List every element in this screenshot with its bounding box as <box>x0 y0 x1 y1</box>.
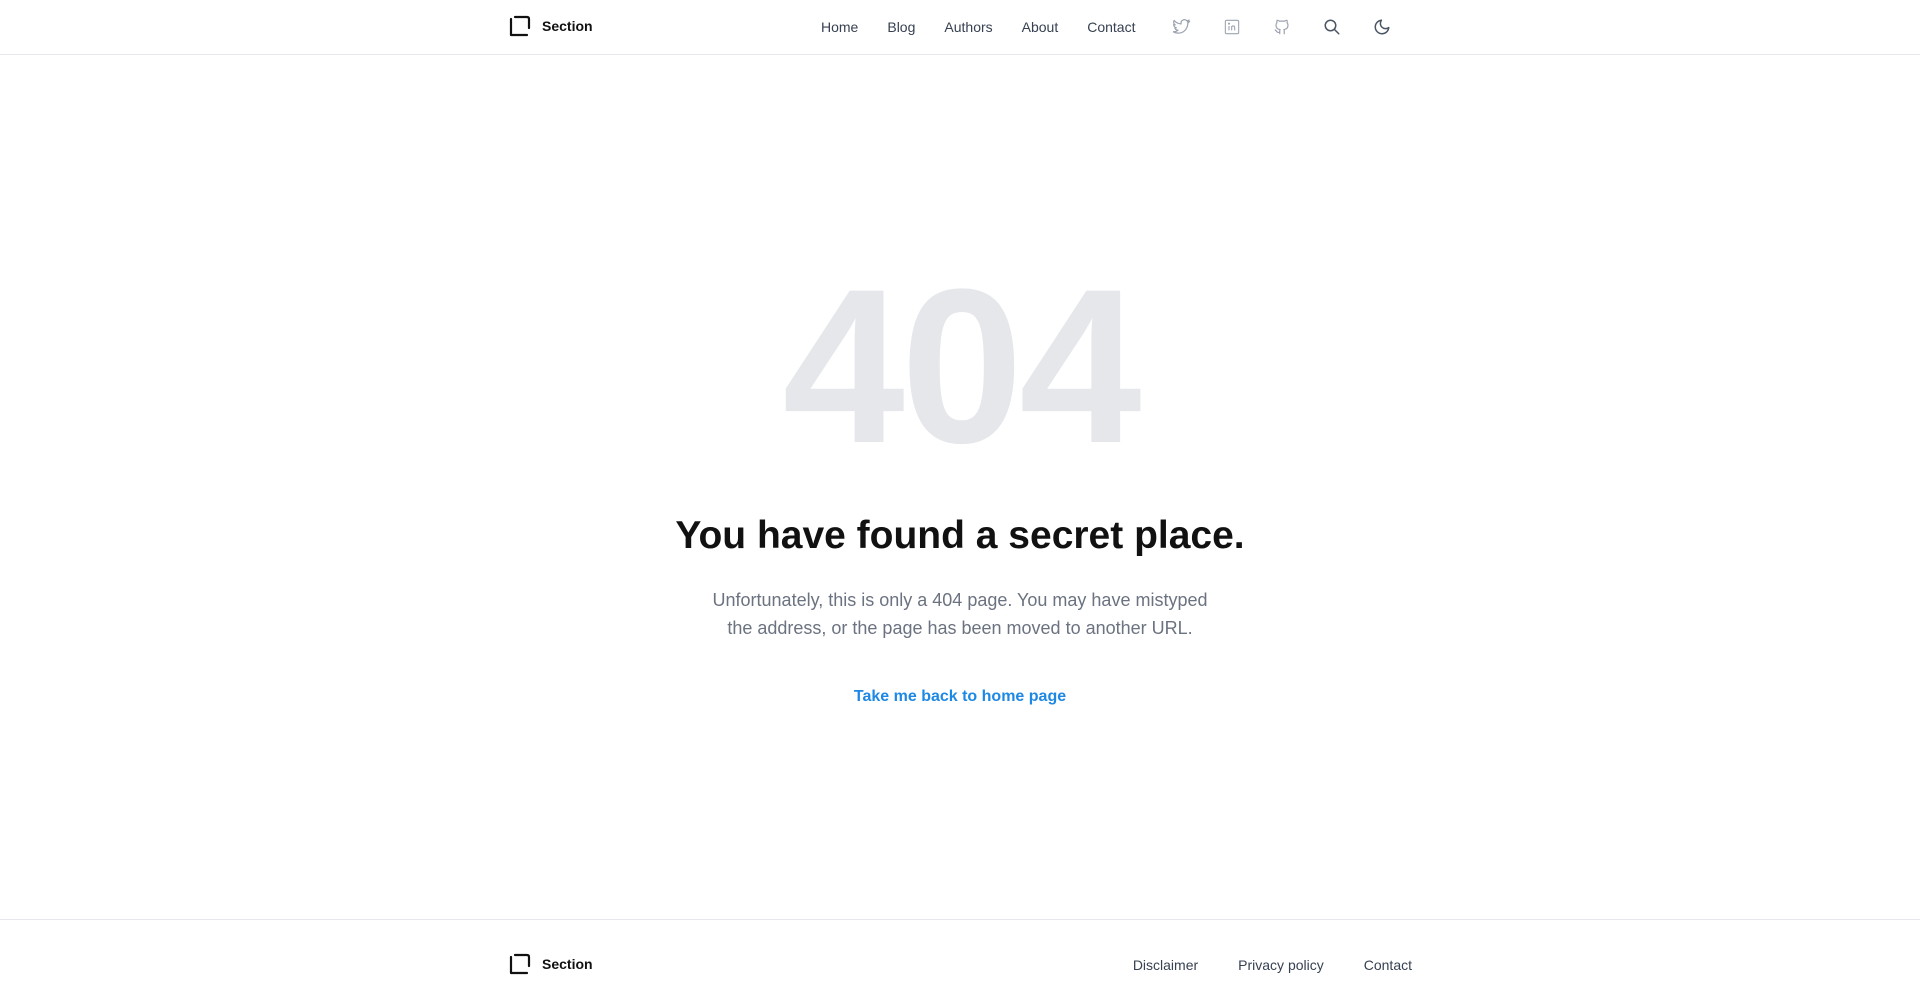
nav-authors[interactable]: Authors <box>944 19 992 35</box>
footer-link-privacy[interactable]: Privacy policy <box>1238 957 1324 973</box>
moon-icon[interactable] <box>1371 16 1393 38</box>
error-code: 404 <box>782 243 1141 489</box>
nav-home[interactable]: Home <box>821 19 858 35</box>
search-icon[interactable] <box>1321 16 1343 38</box>
home-link-wrap: Take me back to home page <box>0 688 1920 706</box>
main-nav: Home Blog Authors About Contact <box>821 19 1164 35</box>
footer-link-disclaimer[interactable]: Disclaimer <box>1133 957 1198 973</box>
logo-icon <box>509 953 531 975</box>
page-title: You have found a secret place. <box>675 514 1245 557</box>
logo-icon <box>509 15 531 37</box>
header-icons <box>1171 16 1393 38</box>
twitter-icon[interactable] <box>1171 16 1193 38</box>
header-inner: Section Home Blog Authors About Contact <box>509 0 1413 55</box>
main-content: 404 You have found a secret place. Unfor… <box>0 56 1920 919</box>
error-description: Unfortunately, this is only a 404 page. … <box>712 590 1208 638</box>
brand-name: Section <box>542 18 593 34</box>
nav-contact[interactable]: Contact <box>1087 19 1135 35</box>
github-icon[interactable] <box>1271 16 1293 38</box>
site-footer: Section Disclaimer Privacy policy Contac… <box>0 919 1920 1006</box>
footer-link-contact[interactable]: Contact <box>1364 957 1412 973</box>
site-header: Section Home Blog Authors About Contact <box>0 0 1920 55</box>
nav-blog[interactable]: Blog <box>887 19 915 35</box>
linkedin-icon[interactable] <box>1221 16 1243 38</box>
brand-link[interactable]: Section <box>509 15 593 37</box>
footer-brand-name: Section <box>542 956 593 972</box>
footer-nav: Disclaimer Privacy policy Contact <box>1093 957 1412 973</box>
footer-brand-link[interactable]: Section <box>509 953 593 975</box>
nav-about[interactable]: About <box>1022 19 1059 35</box>
back-home-link[interactable]: Take me back to home page <box>854 688 1066 705</box>
